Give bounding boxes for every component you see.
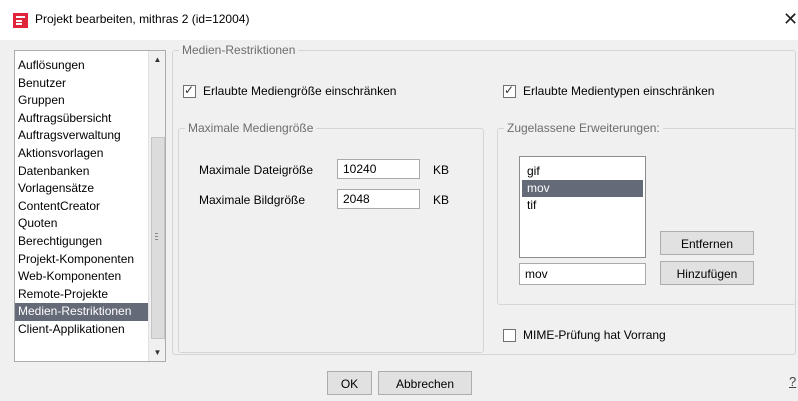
extension-item[interactable]: tif [522,197,643,214]
image-size-unit: KB [433,193,450,207]
media-restrictions-legend: Medien-Restriktionen [182,43,296,57]
extension-item[interactable]: mov [522,180,643,197]
remove-button[interactable]: Entfernen [660,231,754,255]
restrict-types-checkbox[interactable] [503,83,516,98]
sidebar-scrollbar[interactable]: ▲ ▼ [148,51,165,361]
mime-check-row[interactable]: MIME-Prüfung hat Vorrang [503,328,666,342]
scroll-thumb[interactable] [151,137,165,339]
sidebar-item[interactable]: Vorlagensätze [15,180,148,198]
sidebar-item[interactable]: Datenbanken [15,163,148,181]
sidebar-item[interactable]: Projekt-Komponenten [15,251,148,269]
sidebar-item[interactable]: Web-Komponenten [15,268,148,286]
help-icon[interactable]: ? [789,374,796,389]
sidebar-item[interactable]: Auflösungen [15,57,148,75]
sidebar-item[interactable]: Benutzer [15,75,148,93]
title-bar: Projekt bearbeiten, mithras 2 (id=12004)… [0,0,798,40]
scroll-grip-icon [155,233,158,234]
sidebar-item[interactable]: Auftragsübersicht [15,110,148,128]
scroll-up-icon[interactable]: ▲ [149,51,165,68]
file-size-unit: KB [433,163,450,177]
file-size-label: Maximale Dateigröße [199,163,314,177]
mime-check-checkbox[interactable] [503,328,516,342]
add-button[interactable]: Hinzufügen [660,261,754,285]
sidebar-item[interactable]: Client-Applikationen [15,321,148,339]
sidebar-items: Auflösungen Benutzer Gruppen Auftragsübersi… [15,51,148,339]
sidebar-list[interactable]: Auflösungen Benutzer Gruppen Auftragsübersi… [14,50,166,362]
sidebar-item[interactable]: Auftragsverwaltung [15,127,148,145]
ok-button[interactable]: OK [327,371,372,395]
scroll-down-icon[interactable]: ▼ [149,344,165,361]
mime-check-label: MIME-Prüfung hat Vorrang [523,328,666,342]
restrict-types-checkbox-row[interactable]: Erlaubte Medientypen einschränken [503,83,715,98]
sidebar-item[interactable]: Medien-Restriktionen [15,303,148,321]
image-size-label: Maximale Bildgröße [199,193,306,207]
cancel-button[interactable]: Abbrechen [378,371,472,395]
sidebar-item[interactable]: ContentCreator [15,198,148,216]
extension-item[interactable]: gif [522,163,643,180]
max-size-group: Maximale Mediengröße [178,121,484,353]
sidebar-item[interactable]: Berechtigungen [15,233,148,251]
extension-input[interactable] [519,263,646,285]
extensions-list[interactable]: gif mov tif [519,156,646,258]
sidebar-item[interactable]: Aktionsvorlagen [15,145,148,163]
sidebar-item[interactable]: Quoten [15,215,148,233]
restrict-types-label: Erlaubte Medientypen einschränken [523,84,715,98]
close-icon[interactable]: ✕ [783,8,798,30]
image-size-input[interactable] [337,189,420,209]
window-title: Projekt bearbeiten, mithras 2 (id=12004) [35,12,250,26]
sidebar-item[interactable]: Remote-Projekte [15,286,148,304]
restrict-size-label: Erlaubte Mediengröße einschränken [203,84,397,98]
sidebar-item[interactable]: Gruppen [15,92,148,110]
restrict-size-checkbox-row[interactable]: Erlaubte Mediengröße einschränken [183,83,397,98]
extensions-legend: Zugelassene Erweiterungen: [507,121,660,135]
file-size-input[interactable] [337,159,420,179]
app-icon [13,13,28,28]
restrict-size-checkbox[interactable] [183,83,196,98]
max-size-legend: Maximale Mediengröße [188,121,314,135]
